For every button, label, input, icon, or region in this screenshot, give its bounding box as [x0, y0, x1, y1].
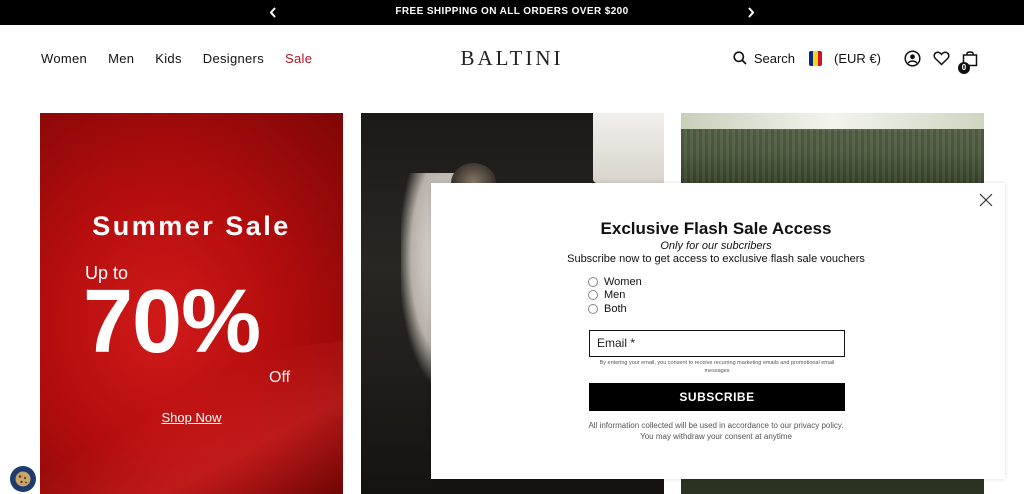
- account-button[interactable]: [902, 48, 922, 68]
- option-label: Women: [604, 275, 642, 288]
- cookie-settings-button[interactable]: [10, 466, 36, 492]
- announcement-bar: FREE SHIPPING ON ALL ORDERS OVER $200: [0, 0, 1024, 25]
- option-men[interactable]: Men: [588, 289, 642, 303]
- option-both[interactable]: Both: [588, 302, 642, 316]
- search-label: Search: [753, 50, 796, 66]
- radio-icon[interactable]: [588, 290, 598, 301]
- currency-selector[interactable]: (EUR €): [834, 51, 881, 66]
- option-label: Men: [604, 289, 626, 302]
- cart-button[interactable]: 0: [958, 48, 980, 74]
- option-women[interactable]: Women: [588, 275, 642, 289]
- promo-title: Summer Sale: [92, 211, 291, 241]
- search-icon: [733, 51, 747, 65]
- close-popup-button[interactable]: [977, 191, 995, 209]
- wishlist-button[interactable]: [931, 48, 951, 68]
- popup-subtitle: Only for our subcribers: [660, 240, 772, 252]
- radio-icon[interactable]: [588, 276, 598, 287]
- search-button[interactable]: Search: [733, 51, 795, 66]
- promo-percent: 70%: [83, 272, 261, 372]
- close-icon: [979, 193, 993, 207]
- chevron-right-icon: [748, 7, 755, 18]
- cart-count-badge: 0: [958, 62, 970, 74]
- email-field[interactable]: Email *: [589, 330, 845, 357]
- newsletter-popup: Exclusive Flash Sale Access Only for our…: [431, 183, 1005, 479]
- promo-off: Off: [269, 369, 291, 386]
- privacy-line-2: You may withdraw your consent at anytime: [640, 432, 792, 442]
- header-tools: Search (EUR €) 0: [733, 45, 980, 74]
- radio-icon[interactable]: [588, 303, 598, 314]
- gender-options: Women Men Both: [588, 275, 642, 316]
- summer-sale-banner[interactable]: Summer Sale Up to 70% Off Shop Now: [40, 113, 343, 494]
- consent-text: By entering your email, you consent to r…: [599, 360, 835, 375]
- popup-description: Subscribe now to get access to exclusive…: [567, 253, 865, 265]
- announcement-message: FREE SHIPPING ON ALL ORDERS OVER $200: [395, 6, 629, 17]
- popup-title: Exclusive Flash Sale Access: [600, 219, 832, 238]
- subscribe-button[interactable]: SUBSCRIBE: [589, 383, 845, 411]
- cookie-icon: [15, 471, 31, 487]
- privacy-info: All information collected will be used i…: [431, 420, 1001, 442]
- privacy-line-1: All information collected will be used i…: [588, 421, 844, 430]
- site-header: Women Men Kids Designers Sale BALTINI Se…: [0, 25, 1024, 92]
- heart-icon: [932, 51, 950, 66]
- option-label: Both: [604, 302, 627, 315]
- announcement-next-button[interactable]: [739, 0, 763, 25]
- shop-now-link[interactable]: Shop Now: [40, 410, 343, 425]
- country-flag-icon[interactable]: [809, 50, 823, 66]
- user-icon: [903, 49, 921, 67]
